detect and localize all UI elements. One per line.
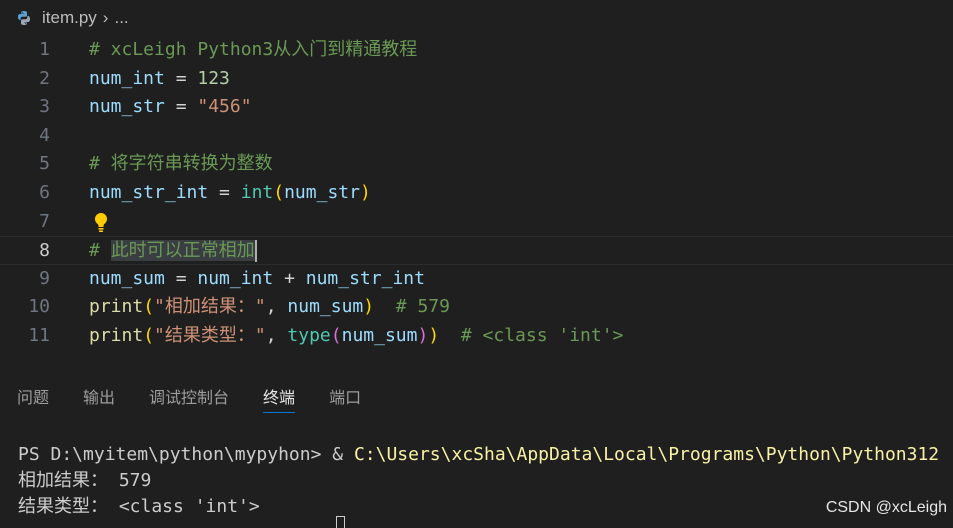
breadcrumb: item.py › ... (0, 0, 953, 36)
code-token: "结果类型：" (154, 324, 266, 346)
code-token: # (89, 240, 111, 262)
code-token: type (287, 324, 331, 346)
code-token: print (89, 296, 144, 318)
breadcrumb-ellipsis[interactable]: ... (114, 8, 128, 28)
line-number: 10 (28, 296, 50, 318)
panel-tab[interactable]: 端口 (329, 376, 361, 420)
code-token: num_sum (341, 324, 418, 346)
panel-tabs: 问题 输出 调试控制台 终端 端口 (0, 376, 378, 420)
code-text: # 将字符串转换为整数 (89, 150, 273, 179)
terminal-output-line: 相加结果： 579 (18, 470, 152, 491)
code-text: num_int = 123 (89, 65, 230, 94)
breadcrumb-file[interactable]: item.py (42, 8, 97, 28)
lightbulb-icon[interactable] (93, 212, 109, 234)
terminal-prompt: PS D:\myitem\python\mypyhon> & (18, 444, 354, 465)
code-text: print("结果类型：", type(num_sum)) # <class '… (89, 322, 623, 351)
panel-tab[interactable]: 终端 (263, 376, 296, 420)
bottom-panel: 问题 输出 调试控制台 终端 端口 PS D:\myitem\python\mypyho… (0, 376, 953, 528)
line-number: 7 (39, 210, 50, 232)
line-number: 8 (39, 240, 50, 262)
code-token: = (208, 181, 241, 203)
code-token: int (240, 181, 274, 203)
code-token: ( (143, 324, 155, 346)
code-editor[interactable]: 1 # xcLeigh Python3从入门到精通教程 2 num_int = 123… (0, 36, 953, 360)
code-token: , (265, 324, 288, 346)
code-line[interactable]: 2 num_int = 123 (0, 65, 953, 94)
terminal-output-line: 结果类型： <class 'int'> (18, 496, 260, 517)
code-token: 123 (197, 67, 230, 89)
panel-tab[interactable]: 输出 (83, 376, 115, 420)
code-token: # xcLeigh Python3从入门到精通教程 (89, 39, 418, 60)
code-token: num_sum (89, 267, 165, 289)
code-token: ( (273, 181, 285, 203)
code-text: # 此时可以正常相加 (89, 237, 257, 266)
code-token: num_str_int (89, 181, 209, 203)
code-token: # <class 'int'> (460, 324, 624, 346)
line-number: 4 (39, 124, 50, 146)
code-token: num_str (284, 181, 360, 203)
code-token: num_int (197, 267, 274, 289)
code-line[interactable]: 9 num_sum = num_int + num_str_int (0, 265, 953, 294)
code-line[interactable]: 3 num_str = "456" (0, 93, 953, 122)
code-line[interactable]: 11 print("结果类型：", type(num_sum)) # <class… (0, 322, 953, 351)
code-line[interactable]: 5 # 将字符串转换为整数 (0, 150, 953, 179)
code-token: # 将字符串转换为整数 (89, 153, 273, 175)
code-token: ( (330, 324, 342, 346)
code-line[interactable]: 6 num_str_int = int(num_str) (0, 179, 953, 208)
code-token: # 579 (395, 296, 450, 318)
code-token: = (164, 96, 198, 118)
code-line[interactable]: 1 # xcLeigh Python3从入门到精通教程 (0, 36, 953, 65)
code-token: 此时可以正常相加 (110, 240, 255, 262)
terminal-cursor (336, 516, 345, 528)
code-token: = (164, 67, 198, 89)
code-token: + (273, 267, 306, 289)
code-text: num_sum = num_int + num_str_int (89, 265, 425, 294)
code-text: # xcLeigh Python3从入门到精通教程 (89, 36, 417, 65)
line-number: 3 (39, 96, 50, 118)
line-number: 1 (39, 39, 50, 60)
code-token: "相加结果：" (154, 296, 266, 318)
code-token: ) (359, 181, 371, 203)
text-cursor (254, 240, 257, 263)
code-token: ) (428, 324, 440, 346)
code-token: num_int (89, 67, 165, 89)
terminal[interactable]: PS D:\myitem\python\mypyhon> & C:\Users\… (18, 442, 953, 520)
code-text: num_str_int = int(num_str) (89, 179, 371, 208)
code-text: print("相加结果：", num_sum) # 579 (89, 293, 450, 322)
code-token: ) (363, 296, 375, 318)
watermark: CSDN @xcLeigh (825, 499, 947, 516)
line-number: 6 (39, 181, 50, 203)
line-number: 9 (39, 267, 50, 289)
breadcrumb-separator: › (102, 8, 109, 27)
code-token: num_str (89, 96, 165, 118)
python-file-icon (18, 11, 30, 25)
code-token: num_str_int (305, 267, 425, 289)
code-token: = (164, 267, 198, 289)
code-token: num_sum (287, 296, 364, 318)
panel-tab[interactable]: 问题 (17, 376, 49, 420)
code-line[interactable]: 10 print("相加结果：", num_sum) # 579 (0, 293, 953, 322)
code-token: ( (143, 296, 155, 318)
panel-tab[interactable]: 调试控制台 (149, 376, 229, 420)
code-token: ) (417, 324, 429, 346)
code-token: , (265, 296, 288, 318)
code-line[interactable]: 7 (0, 208, 953, 237)
code-token: print (89, 324, 144, 346)
line-number: 11 (28, 324, 50, 346)
code-line[interactable]: 4 (0, 122, 953, 151)
terminal-command: C:\Users\xcSha\AppData\Local\Programs\Py… (353, 444, 940, 465)
code-token: "456" (197, 96, 252, 118)
line-number: 2 (39, 67, 50, 89)
line-number: 5 (39, 153, 50, 175)
code-text: num_str = "456" (89, 93, 252, 122)
code-line[interactable]: 8 # 此时可以正常相加 (0, 236, 953, 265)
